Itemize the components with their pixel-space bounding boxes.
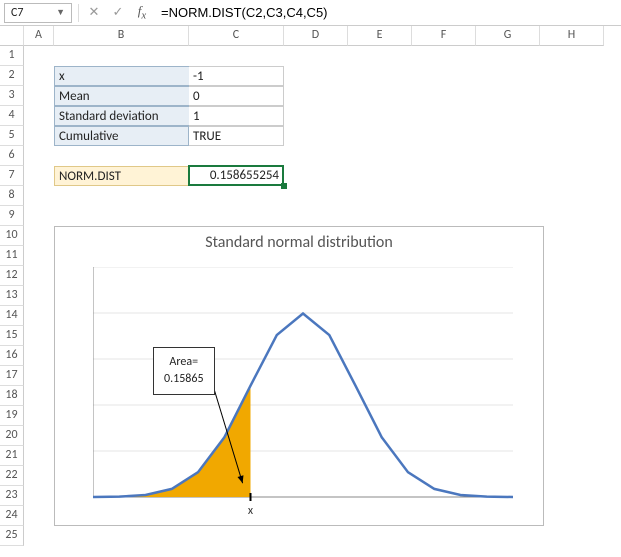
column-header-e[interactable]: E bbox=[348, 26, 412, 46]
separator bbox=[78, 4, 79, 22]
cell-c5-value[interactable]: TRUE bbox=[189, 126, 284, 146]
column-header-c[interactable]: C bbox=[189, 26, 284, 46]
name-box[interactable]: C7 ▼ bbox=[4, 3, 72, 23]
row-header-6[interactable]: 6 bbox=[0, 146, 24, 166]
cell-c7-value[interactable]: 0.158655254 bbox=[189, 166, 284, 186]
row-header-4[interactable]: 4 bbox=[0, 106, 24, 126]
row-header-9[interactable]: 9 bbox=[0, 206, 24, 226]
chevron-down-icon[interactable]: ▼ bbox=[56, 7, 65, 18]
row-header-18[interactable]: 18 bbox=[0, 386, 24, 406]
row-header-10[interactable]: 10 bbox=[0, 226, 24, 246]
row-header-7[interactable]: 7 bbox=[0, 166, 24, 186]
name-box-value: C7 bbox=[11, 6, 23, 20]
column-header-f[interactable]: F bbox=[412, 26, 476, 46]
chart-plot-area: 00.10.20.30.40.5 x Area= 0.15865 bbox=[93, 267, 513, 497]
fill-handle[interactable] bbox=[281, 183, 287, 189]
row-header-24[interactable]: 24 bbox=[0, 506, 24, 526]
chart-callout: Area= 0.15865 bbox=[153, 347, 215, 395]
callout-line2: 0.15865 bbox=[164, 372, 204, 386]
row-header-17[interactable]: 17 bbox=[0, 366, 24, 386]
select-all-corner[interactable] bbox=[0, 26, 24, 46]
cell-c4-value[interactable]: 1 bbox=[189, 106, 284, 126]
cell-b2-label[interactable]: x bbox=[54, 66, 189, 86]
column-header-g[interactable]: G bbox=[476, 26, 540, 46]
row-header-15[interactable]: 15 bbox=[0, 326, 24, 346]
row-header-25[interactable]: 25 bbox=[0, 526, 24, 546]
row-header-20[interactable]: 20 bbox=[0, 426, 24, 446]
row-header-14[interactable]: 14 bbox=[0, 306, 24, 326]
callout-line1: Area= bbox=[169, 355, 198, 369]
row-header-23[interactable]: 23 bbox=[0, 486, 24, 506]
cell-b4-label[interactable]: Standard deviation bbox=[54, 106, 189, 126]
row-header-1[interactable]: 1 bbox=[0, 46, 24, 66]
row-header-3[interactable]: 3 bbox=[0, 86, 24, 106]
row-header-5[interactable]: 5 bbox=[0, 126, 24, 146]
shaded-area bbox=[93, 386, 251, 497]
row-header-19[interactable]: 19 bbox=[0, 406, 24, 426]
row-header-16[interactable]: 16 bbox=[0, 346, 24, 366]
row-header-13[interactable]: 13 bbox=[0, 286, 24, 306]
row-header-8[interactable]: 8 bbox=[0, 186, 24, 206]
cell-b5-label[interactable]: Cumulative bbox=[54, 126, 189, 146]
formula-input[interactable] bbox=[157, 3, 617, 23]
cancel-formula-icon[interactable]: ✕ bbox=[85, 5, 103, 20]
cell-b3-label[interactable]: Mean bbox=[54, 86, 189, 106]
column-header-a[interactable]: A bbox=[24, 26, 54, 46]
row-header-12[interactable]: 12 bbox=[0, 266, 24, 286]
row-header-22[interactable]: 22 bbox=[0, 466, 24, 486]
chart-title: Standard normal distribution bbox=[55, 233, 543, 252]
formula-bar: C7 ▼ ✕ ✓ fx bbox=[0, 0, 621, 26]
cell-c2-value[interactable]: -1 bbox=[189, 66, 284, 86]
row-header-11[interactable]: 11 bbox=[0, 246, 24, 266]
x-marker-label: x bbox=[248, 504, 254, 517]
chart-container[interactable]: Standard normal distribution 00.10.20.30… bbox=[54, 226, 544, 526]
accept-formula-icon[interactable]: ✓ bbox=[109, 5, 127, 20]
column-header-h[interactable]: H bbox=[540, 26, 604, 46]
column-header-d[interactable]: D bbox=[284, 26, 348, 46]
fx-icon[interactable]: fx bbox=[133, 3, 151, 22]
cell-b7-label[interactable]: NORM.DIST bbox=[54, 166, 189, 186]
cell-c3-value[interactable]: 0 bbox=[189, 86, 284, 106]
column-header-b[interactable]: B bbox=[54, 26, 189, 46]
row-header-2[interactable]: 2 bbox=[0, 66, 24, 86]
row-header-21[interactable]: 21 bbox=[0, 446, 24, 466]
spreadsheet-grid[interactable]: ABCDEFGH 1234567891011121314151617181920… bbox=[0, 26, 621, 557]
